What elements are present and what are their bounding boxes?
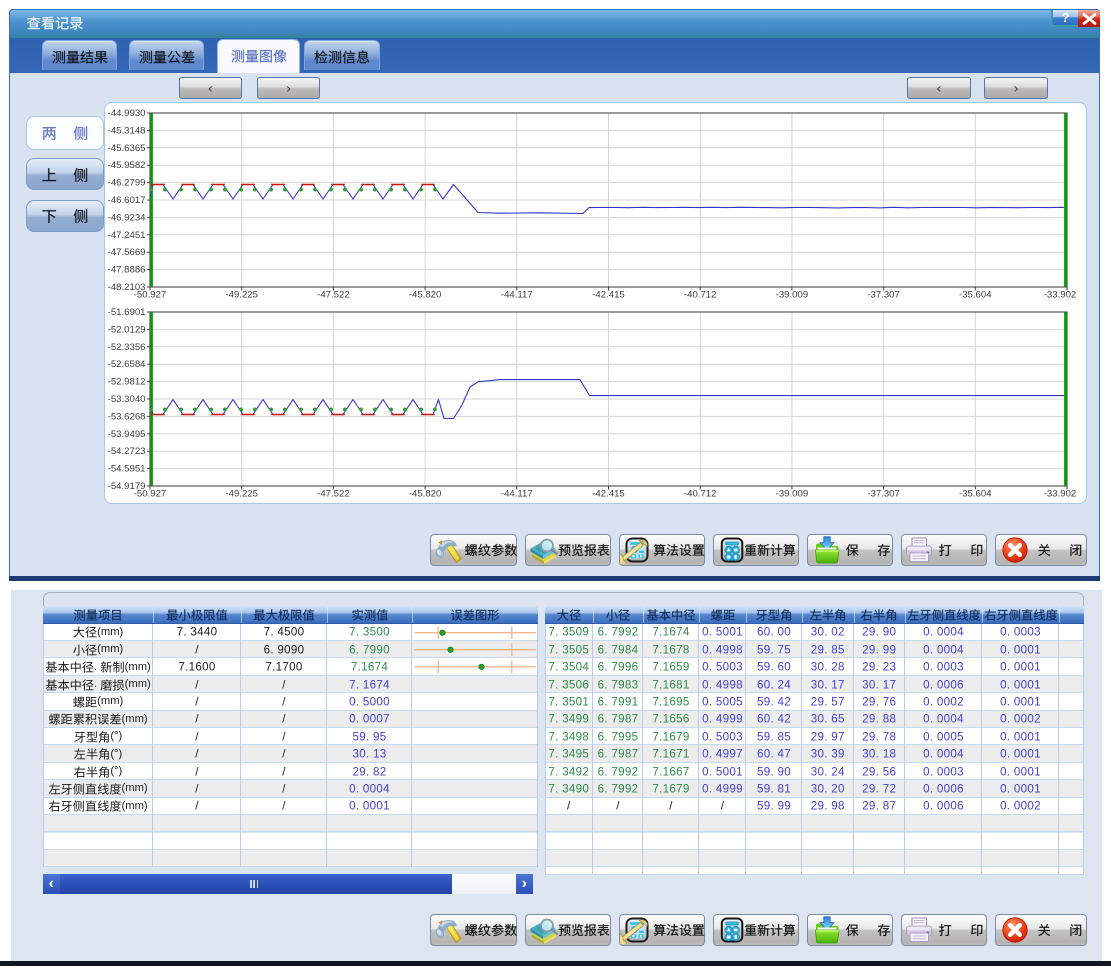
svg-text:-52.0129: -52.0129 bbox=[108, 324, 146, 335]
svg-text:-45.9582: -45.9582 bbox=[108, 160, 146, 171]
svg-text:-45.6365: -45.6365 bbox=[108, 143, 146, 154]
svg-text:-45.820: -45.820 bbox=[409, 489, 442, 500]
svg-text:-52.9812: -52.9812 bbox=[108, 377, 146, 388]
svg-text:-39.009: -39.009 bbox=[776, 489, 809, 500]
svg-text:-50.927: -50.927 bbox=[134, 489, 167, 500]
svg-text:-33.902: -33.902 bbox=[1044, 489, 1077, 500]
svg-text:-49.225: -49.225 bbox=[225, 489, 258, 500]
svg-text:-53.9495: -53.9495 bbox=[108, 429, 146, 440]
svg-text:-51.6901: -51.6901 bbox=[108, 307, 146, 318]
svg-text:-44.117: -44.117 bbox=[501, 489, 533, 500]
svg-text:-40.712: -40.712 bbox=[684, 489, 717, 500]
svg-text:-47.8886: -47.8886 bbox=[108, 265, 146, 276]
svg-text:-45.820: -45.820 bbox=[409, 290, 442, 301]
svg-text:-40.712: -40.712 bbox=[684, 290, 717, 301]
svg-text:-52.6584: -52.6584 bbox=[108, 359, 147, 370]
svg-text:-35.604: -35.604 bbox=[959, 290, 992, 301]
svg-text:-46.6017: -46.6017 bbox=[108, 195, 146, 206]
svg-text:-54.5951: -54.5951 bbox=[108, 464, 146, 475]
svg-text:-47.2451: -47.2451 bbox=[108, 230, 146, 241]
svg-text:-35.604: -35.604 bbox=[959, 489, 992, 500]
svg-text:-42.415: -42.415 bbox=[592, 290, 625, 301]
svg-text:-45.3148: -45.3148 bbox=[108, 125, 146, 136]
svg-text:-50.927: -50.927 bbox=[134, 290, 167, 301]
svg-text:-37.307: -37.307 bbox=[867, 489, 900, 500]
svg-text:-47.522: -47.522 bbox=[317, 290, 350, 301]
svg-text:-44.9930: -44.9930 bbox=[108, 108, 146, 119]
svg-text:-46.9234: -46.9234 bbox=[108, 212, 147, 223]
svg-text:-44.117: -44.117 bbox=[501, 290, 533, 301]
svg-text:-54.2723: -54.2723 bbox=[108, 446, 146, 457]
svg-text:-52.3356: -52.3356 bbox=[108, 342, 146, 353]
svg-text:-53.6268: -53.6268 bbox=[108, 411, 146, 422]
svg-text:-46.2799: -46.2799 bbox=[108, 178, 146, 189]
svg-text:-49.225: -49.225 bbox=[225, 290, 258, 301]
svg-text:-37.307: -37.307 bbox=[867, 290, 900, 301]
svg-text:-47.522: -47.522 bbox=[317, 489, 350, 500]
svg-text:-42.415: -42.415 bbox=[592, 489, 625, 500]
svg-text:-53.3040: -53.3040 bbox=[108, 394, 146, 405]
svg-text:-47.5669: -47.5669 bbox=[108, 247, 146, 258]
svg-text:-33.902: -33.902 bbox=[1044, 290, 1077, 301]
svg-text:-39.009: -39.009 bbox=[776, 290, 809, 301]
